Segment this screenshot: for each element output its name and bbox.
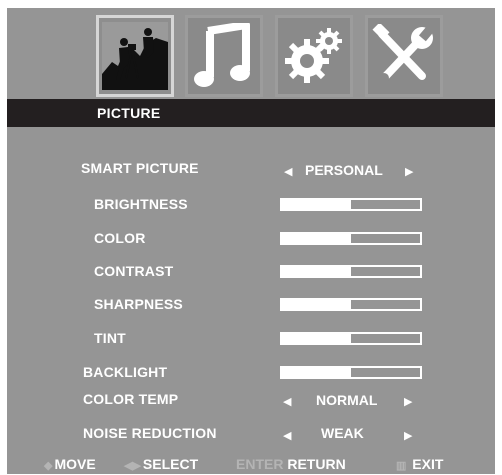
sharpness-slider[interactable] — [280, 298, 422, 311]
backlight-label[interactable]: BACKLIGHT — [83, 364, 167, 380]
return-hint-label: RETURN — [287, 456, 346, 472]
smart-picture-left-arrow-icon[interactable]: ◀ — [284, 165, 292, 178]
color-slider[interactable] — [280, 232, 422, 245]
move-arrows-icon: ◆ — [44, 460, 53, 472]
menu-title-bar: PICTURE — [7, 99, 495, 127]
footer-exit-hint: ▥ EXIT — [396, 456, 443, 472]
menu-tab-bar — [7, 15, 495, 99]
color-fill — [282, 234, 351, 243]
wrench-screwdriver-icon — [372, 24, 435, 83]
noise-reduction-left-arrow-icon[interactable]: ◀ — [283, 429, 291, 442]
smart-picture-right-arrow-icon[interactable]: ▶ — [405, 165, 413, 178]
photographer-icon — [102, 22, 168, 90]
sharpness-fill — [282, 300, 351, 309]
backlight-fill — [282, 368, 351, 377]
color-temp-right-arrow-icon[interactable]: ▶ — [404, 395, 412, 408]
tab-settings[interactable] — [275, 15, 353, 97]
sharpness-label[interactable]: SHARPNESS — [94, 296, 183, 312]
select-arrows-icon: ◀▶ — [124, 460, 141, 472]
menu-title: PICTURE — [97, 105, 161, 121]
tint-fill — [282, 334, 351, 343]
footer-select-hint: ◀▶ SELECT — [124, 456, 198, 472]
brightness-fill — [282, 200, 351, 209]
smart-picture-value[interactable]: PERSONAL — [305, 162, 383, 178]
tv-osd-menu: PICTURE SMART PICTURE ◀ PERSONAL ▶ BRIGH… — [7, 8, 495, 474]
footer-move-hint: ◆ MOVE — [44, 456, 96, 472]
exit-button-icon: ▥ — [396, 460, 407, 472]
tab-audio[interactable] — [185, 15, 263, 97]
tint-label[interactable]: TINT — [94, 330, 126, 346]
color-temp-value[interactable]: NORMAL — [316, 392, 377, 408]
gears-icon — [285, 28, 342, 83]
tab-picture[interactable] — [96, 15, 174, 97]
brightness-slider[interactable] — [280, 198, 422, 211]
color-temp-label[interactable]: COLOR TEMP — [83, 391, 178, 407]
brightness-label[interactable]: BRIGHTNESS — [94, 196, 188, 212]
noise-reduction-right-arrow-icon[interactable]: ▶ — [404, 429, 412, 442]
select-hint-label: SELECT — [142, 456, 199, 472]
contrast-slider[interactable] — [280, 265, 422, 278]
noise-reduction-label[interactable]: NOISE REDUCTION — [83, 425, 217, 441]
noise-reduction-value[interactable]: WEAK — [321, 425, 364, 441]
contrast-fill — [282, 267, 351, 276]
backlight-slider[interactable] — [280, 366, 422, 379]
footer-return-hint: ENTER RETURN — [236, 456, 346, 472]
enter-key-label: ENTER — [236, 456, 284, 472]
music-note-icon — [194, 23, 250, 87]
color-label[interactable]: COLOR — [94, 230, 146, 246]
color-temp-left-arrow-icon[interactable]: ◀ — [283, 395, 291, 408]
smart-picture-label[interactable]: SMART PICTURE — [81, 160, 199, 176]
move-hint-label: MOVE — [54, 456, 96, 472]
tint-slider[interactable] — [280, 332, 422, 345]
exit-hint-label: EXIT — [412, 456, 444, 472]
contrast-label[interactable]: CONTRAST — [94, 263, 173, 279]
tab-tools[interactable] — [365, 15, 443, 97]
